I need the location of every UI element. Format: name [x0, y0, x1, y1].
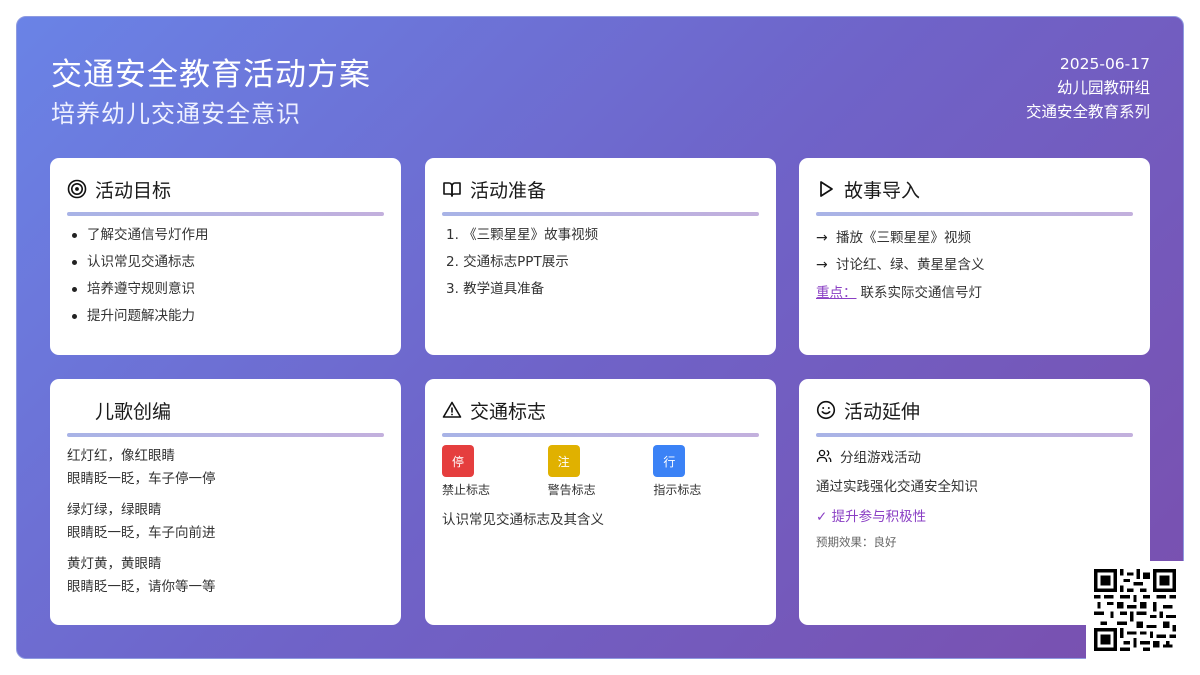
verse-line: 红灯红，像红眼睛 [67, 448, 175, 464]
list-item: → 讨论红、绿、黄星星含义 [816, 251, 1133, 278]
story-focus: 重点： 联系实际交通信号灯 [816, 282, 1133, 304]
book-icon [442, 179, 462, 199]
play-icon [816, 179, 836, 199]
arrow-right-icon: → [816, 256, 828, 273]
list-item: 提升问题解决能力 [67, 305, 384, 332]
focus-label: 重点： [816, 285, 857, 301]
meta-date: 2025-06-17 [1059, 55, 1150, 73]
sign-direction-label: 指示标志 [653, 483, 702, 497]
list-item: 2. 交通标志PPT展示 [446, 254, 569, 270]
card-extension-header: 活动延伸 [816, 397, 1133, 423]
card-divider [442, 212, 759, 216]
sign-direction: 行 指示标志 [653, 445, 759, 498]
sign-prohibition-label: 禁止标志 [442, 483, 491, 497]
verse-line: 眼睛眨一眨，车子停一停 [67, 471, 216, 487]
list-item: 培养遵守规则意识 [67, 278, 384, 305]
card-prep-title: 活动准备 [470, 179, 547, 202]
sign-prohibition-icon: 停 [442, 445, 474, 477]
extension-check: ✓ 提升参与积极性 [816, 509, 927, 525]
verse-line: 绿灯绿，绿眼睛 [67, 502, 162, 518]
extension-effect: 预期效果：良好 [816, 535, 897, 549]
card-goals-title: 活动目标 [95, 179, 172, 202]
sign-warning-label: 警告标志 [547, 483, 596, 497]
card-signs-header: 交通标志 [442, 397, 759, 423]
extension-body: 分组游戏活动 通过实践强化交通安全知识 ✓ 提升参与积极性 预期效果：良好 [816, 445, 1133, 550]
card-song: 儿歌创编 红灯红，像红眼睛 眼睛眨一眨，车子停一停 绿灯绿，绿眼睛 眼睛眨一眨，… [50, 379, 401, 625]
extension-line: 通过实践强化交通安全知识 [816, 479, 978, 495]
verse-line: 眼睛眨一眨，车子向前进 [67, 525, 216, 541]
signs-body: 停 禁止标志 注 警告标志 行 指示标志 认识常见交通标志及其含义 [442, 445, 759, 528]
sign-warning-icon: 注 [547, 445, 580, 477]
verse-line: 眼睛眨一眨，请你等一等 [67, 579, 216, 595]
card-signs-title: 交通标志 [470, 400, 547, 423]
list-item: 1. 《三颗星星》故事视频 [446, 227, 599, 243]
group-activity-label: 分组游戏活动 [840, 450, 921, 466]
music-icon [67, 400, 87, 420]
list-item: 3. 教学道具准备 [446, 281, 545, 297]
card-goals: 活动目标 了解交通信号灯作用 认识常见交通标志 培养遵守规则意识 提升问题解决能… [50, 158, 401, 355]
group-activity: 分组游戏活动 [816, 445, 1133, 467]
verse-line: 黄灯黄，黄眼睛 [67, 556, 162, 572]
list-item: 认识常见交通标志 [67, 251, 384, 278]
card-prep: 活动准备 1. 《三颗星星》故事视频 2. 交通标志PPT展示 3. 教学道具准… [425, 158, 776, 355]
card-story: 故事导入 → 播放《三颗星星》视频 → 讨论红、绿、黄星星含义 重点： 联系实际交… [799, 158, 1150, 355]
card-goals-header: 活动目标 [67, 176, 384, 202]
focus-text: 联系实际交通信号灯 [860, 285, 983, 301]
card-signs: 交通标志 停 禁止标志 注 警告标志 行 指示标志 认识常见交通标志及其含义 [425, 379, 776, 625]
list-item-text: 播放《三颗星星》视频 [836, 229, 971, 246]
page-subtitle: 培养幼儿交通安全意识 [51, 100, 301, 128]
card-prep-header: 活动准备 [442, 176, 759, 202]
card-story-header: 故事导入 [816, 176, 1133, 202]
qr-code-icon [1094, 569, 1176, 651]
signs-row: 停 禁止标志 注 警告标志 行 指示标志 [442, 445, 759, 498]
card-divider [442, 433, 759, 437]
card-divider [816, 212, 1133, 216]
qr-code [1086, 561, 1184, 661]
arrow-right-icon: → [816, 229, 828, 246]
card-extension-title: 活动延伸 [844, 400, 921, 423]
card-divider [67, 433, 384, 437]
card-divider [816, 433, 1133, 437]
song-verses: 红灯红，像红眼睛 眼睛眨一眨，车子停一停 绿灯绿，绿眼睛 眼睛眨一眨，车子向前进… [67, 445, 384, 599]
users-icon [816, 449, 832, 462]
meta-group: 幼儿园教研组 [1056, 79, 1150, 97]
sign-direction-icon: 行 [653, 445, 686, 477]
meta-info: 2025-06-17 幼儿园教研组 交通安全教育系列 [1026, 52, 1150, 124]
goals-list: 了解交通信号灯作用 认识常见交通标志 培养遵守规则意识 提升问题解决能力 [67, 224, 384, 332]
card-song-header: 儿歌创编 [67, 397, 384, 423]
list-item: → 播放《三颗星星》视频 [816, 224, 1133, 251]
sign-warning: 注 警告标志 [547, 445, 654, 498]
signs-note: 认识常见交通标志及其含义 [442, 512, 604, 528]
card-divider [67, 212, 384, 216]
smile-icon [816, 400, 836, 420]
list-item: 了解交通信号灯作用 [67, 224, 384, 251]
card-story-title: 故事导入 [844, 179, 921, 202]
meta-series: 交通安全教育系列 [1025, 103, 1150, 121]
page-title: 交通安全教育活动方案 [51, 57, 371, 93]
target-icon [67, 179, 87, 199]
prep-list: 1. 《三颗星星》故事视频 2. 交通标志PPT展示 3. 教学道具准备 [442, 224, 759, 305]
story-list: → 播放《三颗星星》视频 → 讨论红、绿、黄星星含义 重点： 联系实际交通信号灯 [816, 224, 1133, 304]
sign-prohibition: 停 禁止标志 [442, 445, 548, 498]
list-item-text: 讨论红、绿、黄星星含义 [836, 256, 985, 273]
card-song-title: 儿歌创编 [95, 400, 172, 423]
warning-icon [442, 400, 462, 420]
